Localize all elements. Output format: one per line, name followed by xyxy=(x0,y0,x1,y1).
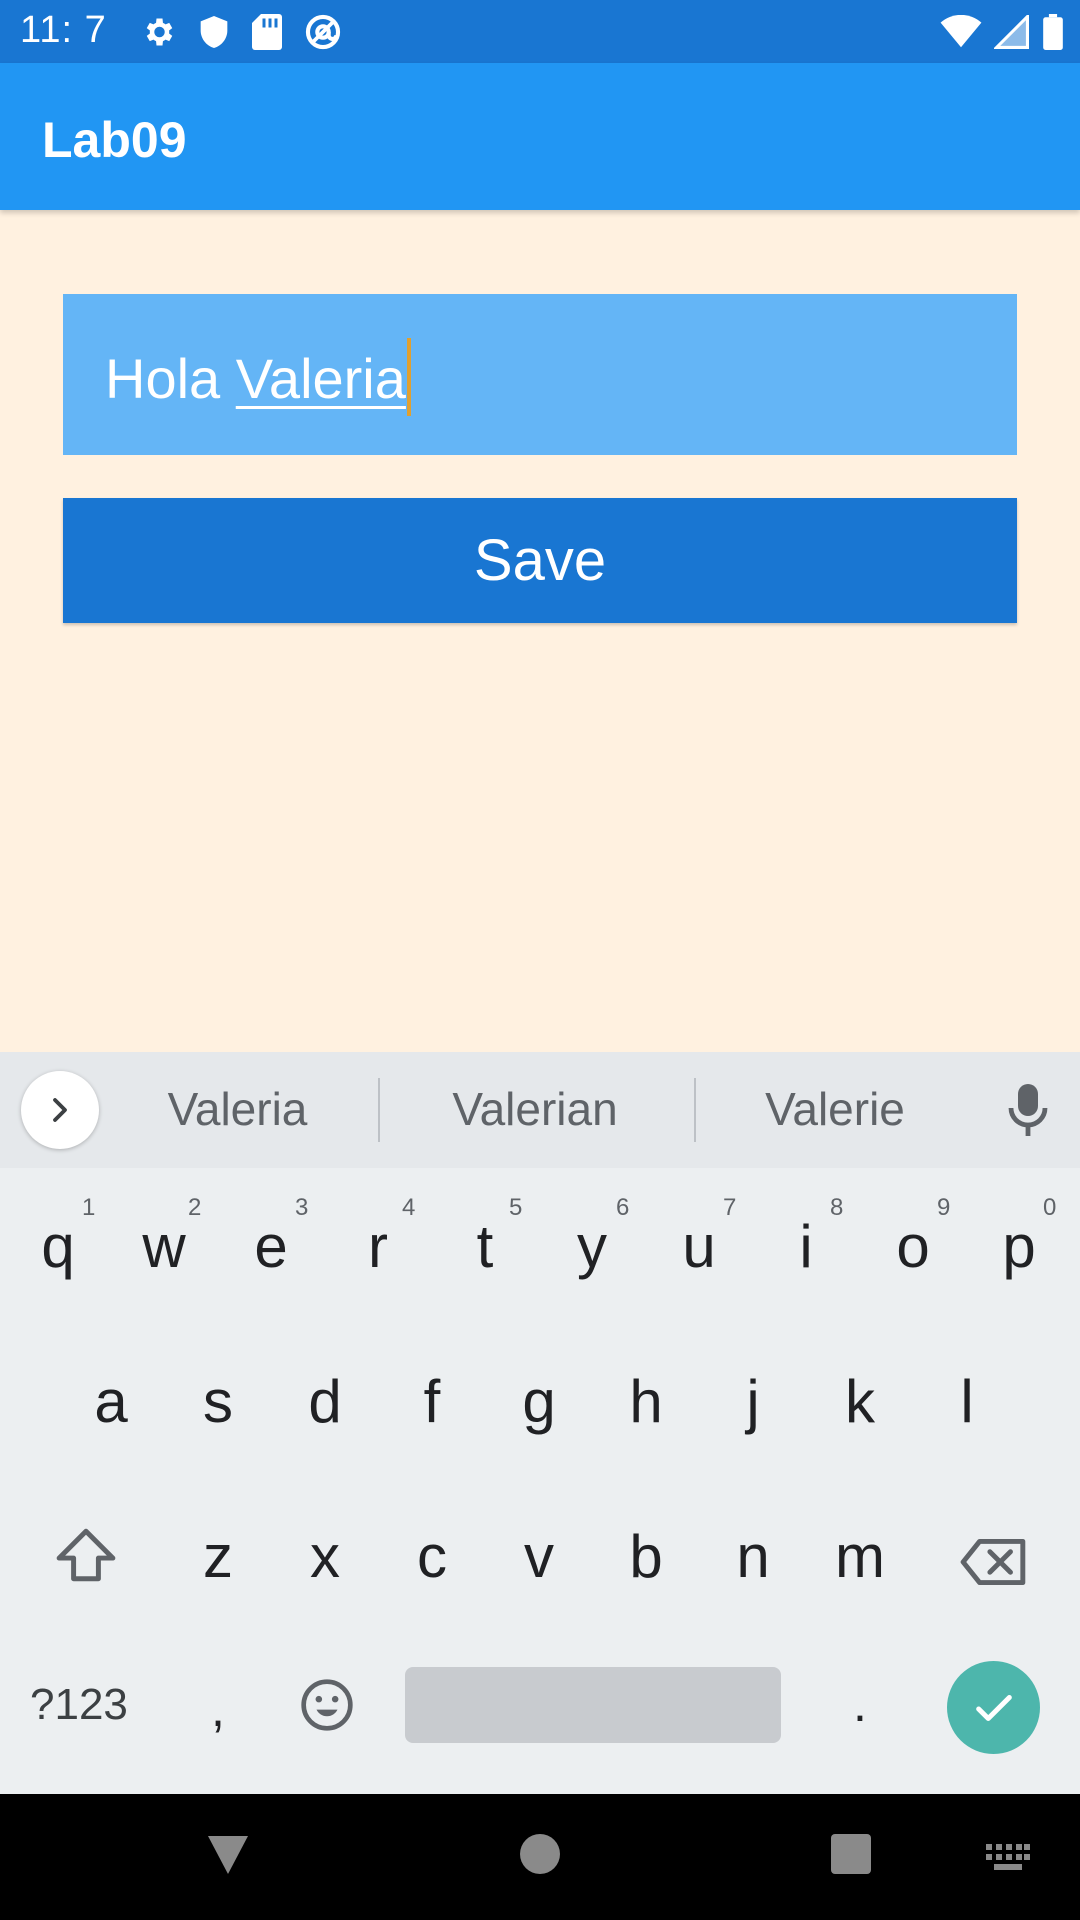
key-label: y xyxy=(577,1213,607,1280)
keyboard-switch-icon[interactable] xyxy=(986,1844,1030,1875)
key-t[interactable]: t5 xyxy=(455,1194,523,1281)
key-m[interactable]: m xyxy=(825,1522,895,1591)
status-time: 11: 7 xyxy=(20,9,107,51)
key-o[interactable]: o9 xyxy=(883,1194,950,1281)
home-circle-icon[interactable] xyxy=(520,1834,560,1879)
suggestion-bar: Valeria Valerian Valerie xyxy=(0,1052,1080,1168)
key-v[interactable]: v xyxy=(504,1522,574,1591)
at-sign-icon xyxy=(304,13,342,51)
emoji-key[interactable] xyxy=(296,1677,358,1747)
key-label: i xyxy=(799,1213,813,1280)
signal-icon xyxy=(994,15,1030,49)
sd-card-icon xyxy=(252,14,282,50)
key-label: q xyxy=(41,1213,75,1280)
key-z[interactable]: z xyxy=(183,1522,253,1591)
app-title: Lab09 xyxy=(42,112,187,168)
shield-icon xyxy=(198,14,230,50)
key-label: w xyxy=(142,1213,186,1280)
key-h[interactable]: h xyxy=(616,1367,676,1436)
shift-arrow-icon xyxy=(56,1528,116,1582)
key-hint: 8 xyxy=(830,1194,844,1221)
suggestion-divider xyxy=(694,1078,696,1142)
key-w[interactable]: w2 xyxy=(134,1194,201,1281)
key-label: p xyxy=(1002,1213,1036,1280)
key-hint: 5 xyxy=(509,1194,523,1221)
key-hint: 4 xyxy=(402,1194,416,1221)
wifi-icon xyxy=(940,15,982,49)
space-bar[interactable] xyxy=(405,1667,781,1743)
shift-key[interactable] xyxy=(50,1527,122,1599)
backspace-key[interactable] xyxy=(958,1532,1030,1601)
back-triangle-icon[interactable] xyxy=(206,1834,250,1881)
key-hint: 1 xyxy=(82,1194,96,1221)
key-d[interactable]: d xyxy=(295,1367,355,1436)
key-n[interactable]: n xyxy=(718,1522,788,1591)
key-hint: 6 xyxy=(616,1194,630,1221)
smiley-icon xyxy=(301,1679,353,1731)
key-label: t xyxy=(476,1213,494,1280)
key-r[interactable]: r4 xyxy=(348,1194,415,1281)
recents-square-icon[interactable] xyxy=(831,1834,871,1879)
entry-text-plain: Hola xyxy=(105,346,236,410)
entry-text: Hola Valeria xyxy=(105,338,411,422)
status-bar: 11: 7 xyxy=(0,0,1080,63)
key-u[interactable]: u7 xyxy=(669,1194,736,1281)
key-c[interactable]: c xyxy=(397,1522,467,1591)
key-i[interactable]: i8 xyxy=(776,1194,843,1281)
key-l[interactable]: l xyxy=(937,1367,997,1436)
key-label: r xyxy=(368,1213,388,1280)
gear-icon xyxy=(140,14,176,50)
navigation-bar xyxy=(0,1794,1080,1920)
key-label: u xyxy=(682,1213,716,1280)
expand-toolbar-button[interactable] xyxy=(21,1071,99,1149)
suggestion-1[interactable]: Valeria xyxy=(140,1082,335,1136)
key-hint: 2 xyxy=(188,1194,202,1221)
chevron-right-icon xyxy=(53,1098,67,1122)
suggestion-2[interactable]: Valerian xyxy=(430,1082,640,1136)
key-x[interactable]: x xyxy=(290,1522,360,1591)
key-label: o xyxy=(896,1213,930,1280)
key-label: e xyxy=(254,1213,288,1280)
key-p[interactable]: p0 xyxy=(989,1194,1056,1281)
key-a[interactable]: a xyxy=(81,1367,141,1436)
key-k[interactable]: k xyxy=(830,1367,890,1436)
key-q[interactable]: q1 xyxy=(28,1194,95,1281)
key-y[interactable]: y6 xyxy=(562,1194,629,1281)
battery-icon xyxy=(1042,14,1064,50)
suggestion-divider xyxy=(378,1078,380,1142)
text-entry-field[interactable]: Hola Valeria xyxy=(63,294,1017,455)
key-j[interactable]: j xyxy=(723,1367,783,1436)
key-s[interactable]: s xyxy=(188,1367,248,1436)
key-g[interactable]: g xyxy=(509,1367,569,1436)
key-hint: 3 xyxy=(295,1194,309,1221)
comma-key[interactable]: , xyxy=(203,1680,233,1738)
suggestion-3[interactable]: Valerie xyxy=(740,1082,930,1136)
key-hint: 9 xyxy=(937,1194,951,1221)
microphone-icon[interactable] xyxy=(1008,1082,1048,1143)
enter-key[interactable] xyxy=(947,1661,1040,1754)
key-e[interactable]: e3 xyxy=(241,1194,308,1281)
backspace-icon xyxy=(960,1538,1026,1586)
entry-text-composing: Valeria xyxy=(235,346,406,410)
key-f[interactable]: f xyxy=(402,1367,462,1436)
text-caret xyxy=(406,338,411,416)
checkmark-icon xyxy=(975,1694,1012,1721)
key-hint: 0 xyxy=(1043,1194,1057,1221)
key-hint: 7 xyxy=(723,1194,737,1221)
key-b[interactable]: b xyxy=(611,1522,681,1591)
period-key[interactable]: . xyxy=(845,1675,875,1733)
symbols-key[interactable]: ?123 xyxy=(30,1680,128,1730)
app-bar: Lab09 xyxy=(0,63,1080,210)
save-button[interactable]: Save xyxy=(63,498,1017,623)
